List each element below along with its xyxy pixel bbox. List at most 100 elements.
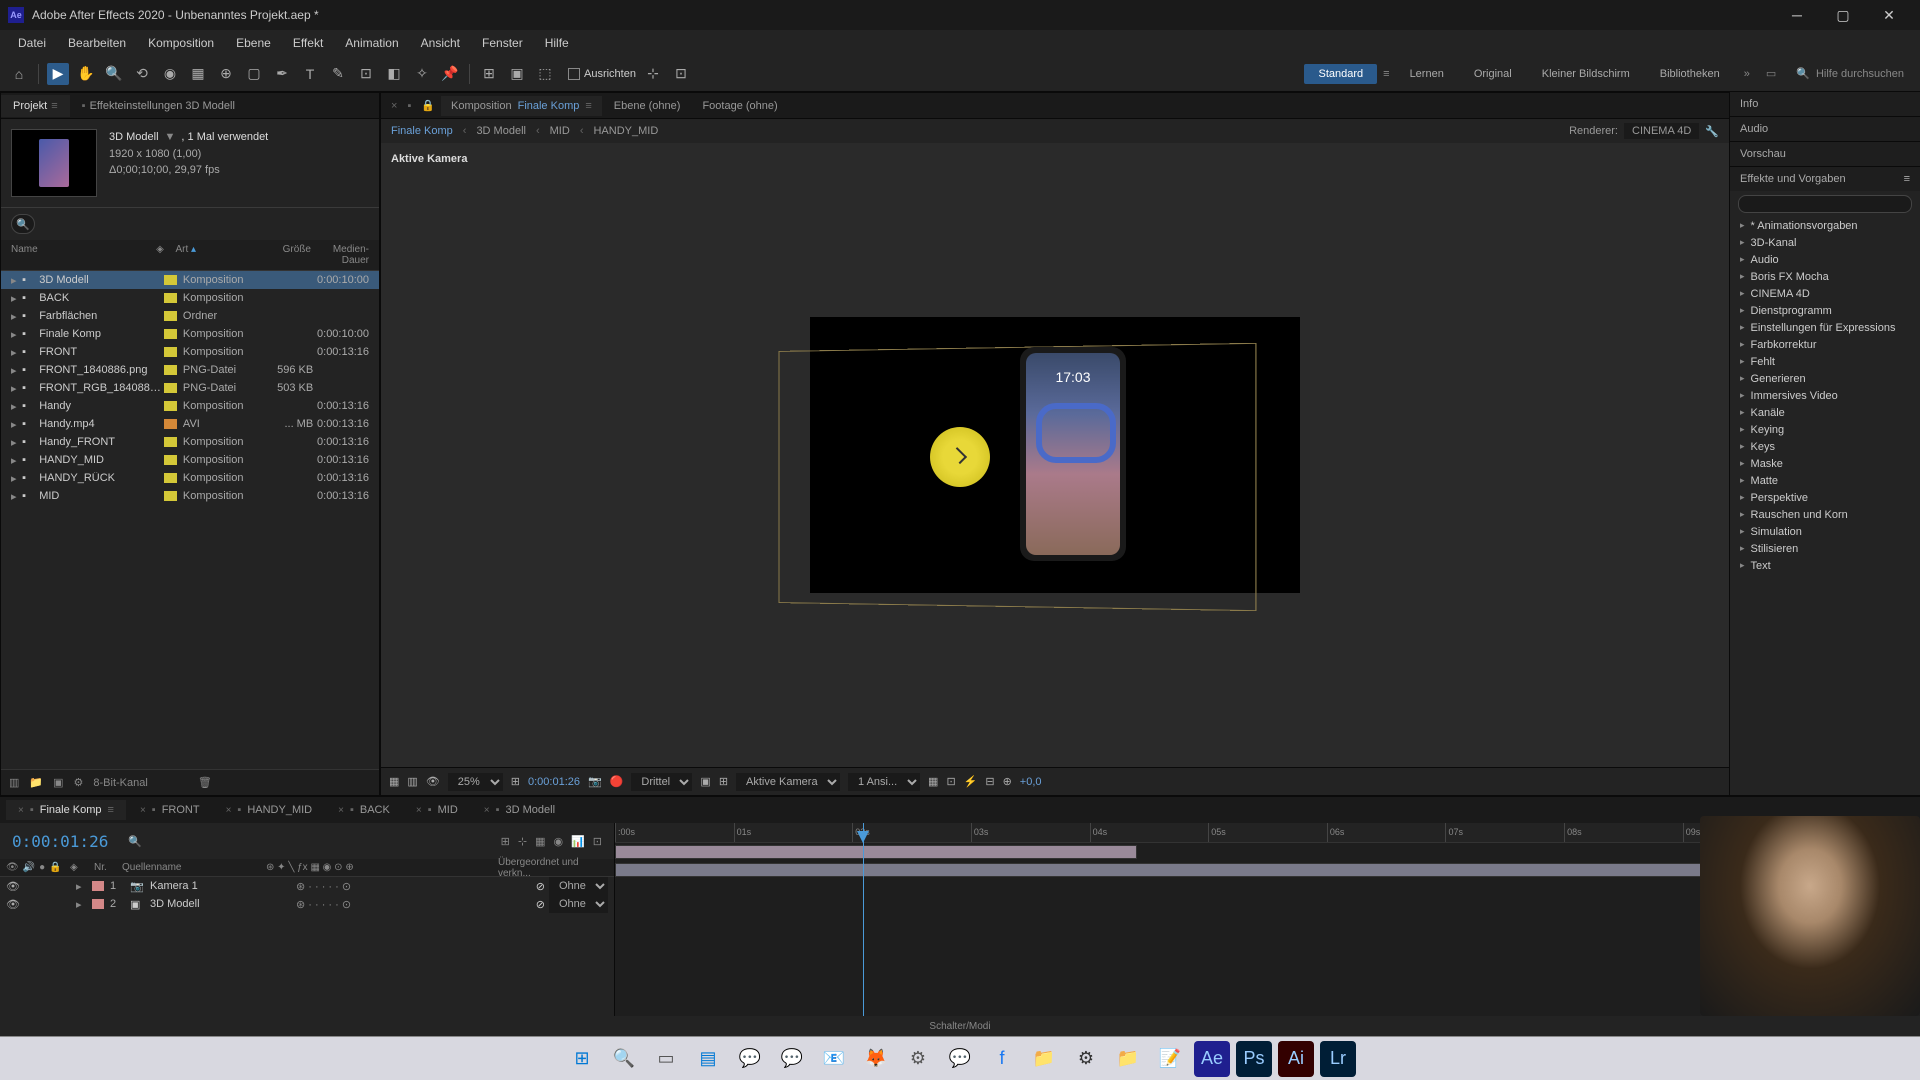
menu-ebene[interactable]: Ebene: [226, 32, 281, 54]
effect-category[interactable]: ▸Matte: [1730, 472, 1920, 489]
renderer-settings-icon[interactable]: 🔧: [1705, 125, 1719, 138]
timeline-tab[interactable]: × ▪ 3D Modell: [472, 800, 567, 820]
project-item[interactable]: ▸▪FRONTKomposition0:00:13:16: [1, 343, 379, 361]
effect-category[interactable]: ▸Rauschen und Korn: [1730, 506, 1920, 523]
graph-icon[interactable]: 📊: [571, 835, 585, 848]
workspace-menu-icon[interactable]: ≡: [1379, 68, 1393, 80]
eraser-tool-icon[interactable]: ◧: [383, 63, 405, 85]
always-preview-icon[interactable]: ▦: [389, 775, 399, 788]
taskbar-app[interactable]: 🦊: [858, 1041, 894, 1077]
project-item[interactable]: ▸▪FRONT_RGB_1840886.pngPNG-Datei503 KB: [1, 379, 379, 397]
menu-effekt[interactable]: Effekt: [283, 32, 333, 54]
roi-icon[interactable]: ▣: [700, 775, 710, 788]
effects-search[interactable]: [1738, 195, 1912, 213]
project-item[interactable]: ▸▪MIDKomposition0:00:13:16: [1, 487, 379, 505]
project-item[interactable]: ▸▪3D ModellKomposition0:00:10:00: [1, 271, 379, 289]
workspace-kleiner[interactable]: Kleiner Bildschirm: [1528, 64, 1644, 84]
effect-category[interactable]: ▸Kanäle: [1730, 404, 1920, 421]
comp-lock-icon[interactable]: 🔒: [417, 99, 439, 112]
project-items-list[interactable]: ▸▪3D ModellKomposition0:00:10:00▸▪BACKKo…: [1, 271, 379, 769]
new-comp-icon[interactable]: ▣: [53, 776, 63, 789]
workspace-original[interactable]: Original: [1460, 64, 1526, 84]
project-item[interactable]: ▸▪Handy.mp4AVI... MB0:00:13:16: [1, 415, 379, 433]
layer-bar[interactable]: [615, 845, 1137, 859]
snap-opt2-icon[interactable]: ⊡: [670, 63, 692, 85]
effect-category[interactable]: ▸Boris FX Mocha: [1730, 268, 1920, 285]
resolution-select[interactable]: Drittel: [631, 773, 692, 791]
brainstorm-icon[interactable]: ⊡: [593, 835, 602, 848]
layer-tab[interactable]: Ebene (ohne): [604, 96, 691, 116]
timeline-icon[interactable]: ⊟: [985, 775, 994, 788]
flowchart-icon[interactable]: ⊕: [1003, 775, 1012, 788]
3d-icon[interactable]: ⬚: [534, 63, 556, 85]
rotate-tool-icon[interactable]: ◉: [159, 63, 181, 85]
timeline-tab[interactable]: × ▪ MID: [404, 800, 470, 820]
toggle-switches[interactable]: Schalter/Modi: [929, 1021, 990, 1032]
channel-icon[interactable]: 🔴: [610, 775, 624, 788]
taskbar-app[interactable]: ⚙: [1068, 1041, 1104, 1077]
project-item[interactable]: ▸▪FarbflächenOrdner: [1, 307, 379, 325]
snap-opt1-icon[interactable]: ⊹: [642, 63, 664, 85]
header-duration[interactable]: Medien-Dauer: [311, 244, 369, 266]
shy-icon[interactable]: ⊹: [518, 835, 527, 848]
selection-tool-icon[interactable]: ▶: [47, 63, 69, 85]
mesh-icon[interactable]: ⊞: [478, 63, 500, 85]
taskbar-app[interactable]: 📧: [816, 1041, 852, 1077]
effect-category[interactable]: ▸Dienstprogramm: [1730, 302, 1920, 319]
workspace-panel-icon[interactable]: ▭: [1760, 67, 1782, 80]
timeline-tab[interactable]: × ▪ FRONT: [128, 800, 212, 820]
effect-category[interactable]: ▸Immersives Video: [1730, 387, 1920, 404]
taskbar-app[interactable]: 📁: [1026, 1041, 1062, 1077]
snap-toggle[interactable]: Ausrichten: [568, 68, 636, 80]
breadcrumb-item[interactable]: MID: [550, 125, 570, 137]
footage-tab[interactable]: Footage (ohne): [692, 96, 787, 116]
transparency-icon[interactable]: ▥: [407, 775, 417, 788]
interpret-icon[interactable]: ▥: [9, 776, 19, 789]
timeline-right[interactable]: :00s01s02s03s04s05s06s07s08s09s10s: [615, 823, 1920, 1016]
taskbar-app[interactable]: 💬: [942, 1041, 978, 1077]
minimize-button[interactable]: ─: [1774, 0, 1820, 30]
puppet-tool-icon[interactable]: 📌: [439, 63, 461, 85]
effect-category[interactable]: ▸3D-Kanal: [1730, 234, 1920, 251]
new-folder-icon[interactable]: 📁: [29, 776, 43, 789]
shape-tool-icon[interactable]: ▢: [243, 63, 265, 85]
project-item[interactable]: ▸▪Finale KompKomposition0:00:10:00: [1, 325, 379, 343]
effect-category[interactable]: ▸Audio: [1730, 251, 1920, 268]
breadcrumb-item[interactable]: Finale Komp: [391, 125, 453, 137]
workspace-bibliotheken[interactable]: Bibliotheken: [1646, 64, 1734, 84]
project-item[interactable]: ▸▪HandyKomposition0:00:13:16: [1, 397, 379, 415]
layer-icon[interactable]: ▣: [506, 63, 528, 85]
exposure-value[interactable]: +0,0: [1020, 776, 1042, 788]
mask-icon[interactable]: 👁: [426, 775, 440, 788]
hand-tool-icon[interactable]: ✋: [75, 63, 97, 85]
effect-category[interactable]: ▸Keys: [1730, 438, 1920, 455]
bit-depth[interactable]: 8-Bit-Kanal: [93, 777, 147, 789]
effect-category[interactable]: ▸CINEMA 4D: [1730, 285, 1920, 302]
preview-panel-header[interactable]: Vorschau: [1730, 142, 1920, 166]
effect-category[interactable]: ▸Stilisieren: [1730, 540, 1920, 557]
camera-select[interactable]: Aktive Kamera: [736, 773, 840, 791]
timeline-tab[interactable]: × ▪ BACK: [326, 800, 402, 820]
composition-tab[interactable]: Komposition Finale Komp ≡: [441, 96, 602, 116]
taskbar-app[interactable]: 💬: [732, 1041, 768, 1077]
effect-category[interactable]: ▸* Animationsvorgaben: [1730, 217, 1920, 234]
taskbar-app[interactable]: ⚙: [900, 1041, 936, 1077]
motion-blur-icon[interactable]: ◉: [553, 835, 563, 848]
effect-controls-tab[interactable]: ▪ Effekteinstellungen 3D Modell: [70, 95, 247, 117]
snapshot-icon[interactable]: 📷: [588, 775, 602, 788]
taskbar-app[interactable]: Lr: [1320, 1041, 1356, 1077]
effect-category[interactable]: ▸Simulation: [1730, 523, 1920, 540]
text-tool-icon[interactable]: T: [299, 63, 321, 85]
home-icon[interactable]: ⌂: [8, 63, 30, 85]
taskbar-app[interactable]: Ae: [1194, 1041, 1230, 1077]
zoom-tool-icon[interactable]: 🔍: [103, 63, 125, 85]
effect-category[interactable]: ▸Einstellungen für Expressions: [1730, 319, 1920, 336]
timeline-layer[interactable]: 👁▸2▣3D Modell⊛ · · · · · ⊙⊘ Ohne: [0, 895, 614, 913]
effect-category[interactable]: ▸Farbkorrektur: [1730, 336, 1920, 353]
workspace-overflow-icon[interactable]: »: [1736, 68, 1758, 80]
effect-category[interactable]: ▸Perspektive: [1730, 489, 1920, 506]
pixel-icon[interactable]: ⊡: [946, 775, 955, 788]
header-size[interactable]: Größe: [253, 244, 311, 266]
timeline-tab[interactable]: × ▪ Finale Komp ≡: [6, 800, 126, 820]
menu-datei[interactable]: Datei: [8, 32, 56, 54]
